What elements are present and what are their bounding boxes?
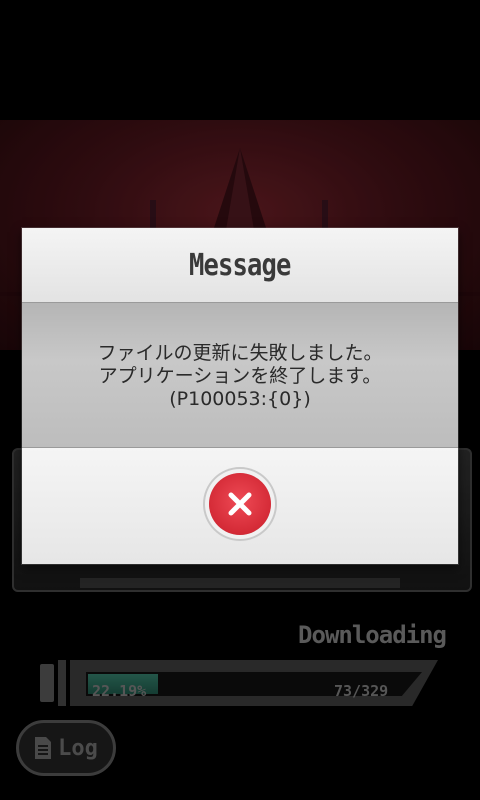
dialog-header: Message (22, 228, 458, 302)
error-code: (P100053:{0}) (169, 387, 311, 410)
close-icon (228, 492, 252, 516)
dialog-title: Message (189, 247, 291, 283)
close-button[interactable] (209, 473, 271, 535)
dialog-footer (22, 448, 458, 564)
message-line: ファイルの更新に失敗しました。 (97, 341, 383, 364)
error-dialog: Message ファイルの更新に失敗しました。 アプリケーションを終了します。 … (22, 228, 458, 564)
message-line: アプリケーションを終了します。 (98, 364, 382, 387)
dialog-message: ファイルの更新に失敗しました。 アプリケーションを終了します。 (P100053… (22, 302, 458, 448)
screen: Downloading 22.19% 73/329 Log Message ファ… (0, 0, 480, 800)
